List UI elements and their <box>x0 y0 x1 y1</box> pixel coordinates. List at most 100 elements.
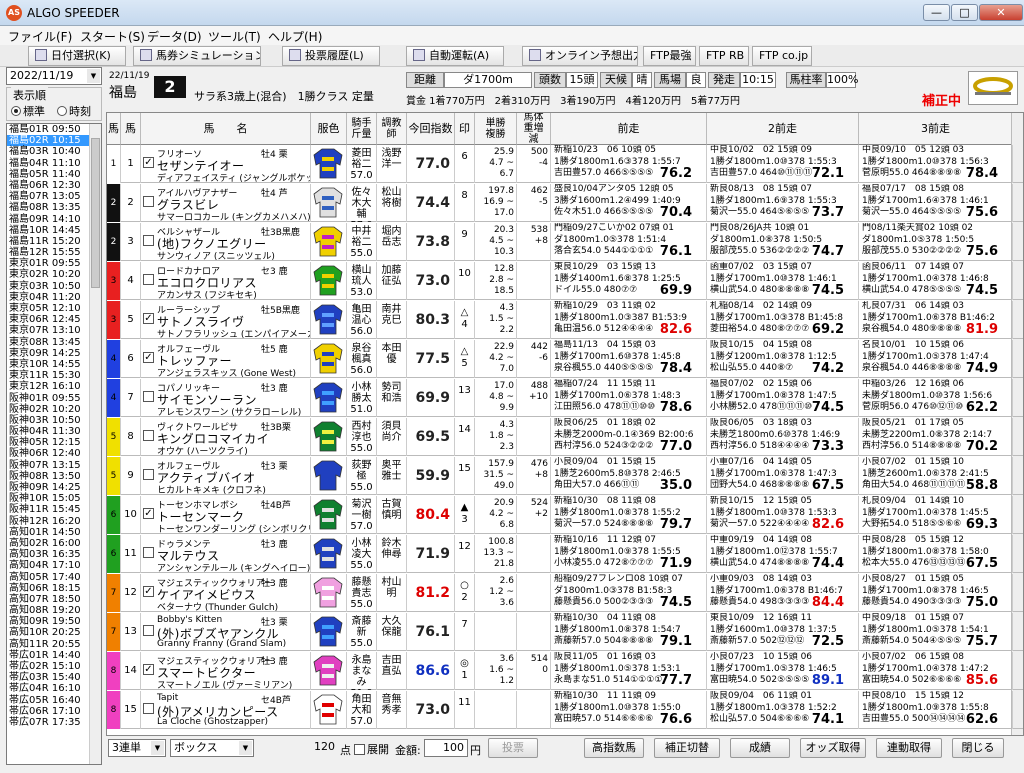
horse-name-cell[interactable]: ドゥラメンテ マルテウス アンシャンテルール (キングヘイロー) 牡3 鹿 <box>141 535 311 573</box>
table-row[interactable]: 8 14 ✓ マジェスティックウォリアー スマートビクター スマートノエル (ヴァーミリア… <box>107 652 1023 690</box>
table-row[interactable]: 1 1 ✓ フリオーソ セザンテイオー ディアフェイスティ (ジャングルポケット) 牡4 栗… <box>107 145 1023 183</box>
table-row[interactable]: 5 8 ヴィクトワールピサ キングロコマイカイ オウケ (ハーツクライ) 牡3B栗 西村淳也… <box>107 418 1023 456</box>
race-list-item[interactable]: 帯広06R 17:10 <box>7 706 101 717</box>
table-row[interactable]: 6 11 ドゥラメンテ マルテウス アンシャンテルール (キングヘイロー) 牡3 鹿小林凌… <box>107 535 1023 573</box>
menu-tools[interactable]: ツール(T) <box>208 28 261 45</box>
table-row[interactable]: 2 3 ベルシャザール (地)フクノエグリー サンウィノア (スニッツェル) 牡3B黒鹿中… <box>107 223 1023 261</box>
odds-fetch-button[interactable]: オッズ取得 <box>800 738 866 758</box>
table-row[interactable]: 4 7 コパノリッキー サイモンソーラン アレモンスワーン (サクラローレル) 牡3 鹿小… <box>107 379 1023 417</box>
mark-cell[interactable]: 10 <box>455 262 475 300</box>
vote-history-button[interactable]: 投票履歴(L) <box>282 46 380 66</box>
race-list-item[interactable]: 高知09R 19:50 <box>7 616 101 627</box>
vote-button[interactable]: 投票 <box>488 738 538 758</box>
prev-race-1[interactable]: 新稲10/29 03 11頭 02 1勝ダ1800m1.0③387 B1:53:9… <box>551 301 707 339</box>
mark-cell[interactable]: 11 <box>455 691 475 729</box>
table-row[interactable]: 7 13 Bobby's Kitten (外)ボブズヤアンクル Granny Frann… <box>107 613 1023 651</box>
race-list-item[interactable]: 福島09R 14:10 <box>7 214 101 225</box>
table-row[interactable]: 610✓トーセンホマレボシトーセンマークトーセンワンダーリング (シンボリクリス… <box>107 496 1023 534</box>
race-list-item[interactable]: 阪神12R 16:20 <box>7 516 101 527</box>
scrollbar-thumb[interactable] <box>91 138 100 288</box>
minimize-button[interactable]: — <box>923 4 950 21</box>
prev-race-3[interactable]: 門08/11楽天賞02 10頭 02 ダ1800m1.0⑤378 1:50:5 服部… <box>859 223 1013 261</box>
table-row[interactable]: 5 9 オルフェーヴル アクティブバイオ ヒカルトキメキ (クロフネ) 牡3 栗荻野極 55… <box>107 457 1023 495</box>
table-row[interactable]: 4 6 ✓ オルフェーヴル トレッファー アンジェラスキッス (Gone West) 牡5 … <box>107 340 1023 378</box>
horse-name-cell[interactable]: ヴィクトワールピサ キングロコマイカイ オウケ (ハーツクライ) 牡3B栗 <box>141 418 311 456</box>
race-list-item[interactable]: 帯広05R 16:40 <box>7 695 101 706</box>
results-button[interactable]: 成績 <box>730 738 790 758</box>
race-list-item[interactable]: 高知01R 14:50 <box>7 527 101 538</box>
prev-race-1[interactable]: 新稲10/30 04 11頭 08 1勝ダ1800m1.0⑧378 1:54:7 斎… <box>551 613 707 651</box>
expand-checkbox[interactable]: 展開 <box>354 741 389 757</box>
high-index-button[interactable]: 高指数馬 <box>584 738 644 758</box>
race-list-item[interactable]: 阪神07R 13:15 <box>7 460 101 471</box>
prev-race-2[interactable]: 小重07/16 04 14頭 05 1勝ダ1700m1.0⑥378 1:47:3 団… <box>707 457 859 495</box>
mark-cell[interactable]: 6 <box>455 145 475 183</box>
race-list-item[interactable]: 高知07R 18:50 <box>7 594 101 605</box>
prev-race-3[interactable]: 中良08/10 15 15頭 12 1勝ダ1800m1.0⑨378 1:55:8 吉… <box>859 691 1013 729</box>
scrollbar[interactable] <box>89 124 101 764</box>
mark-cell[interactable]: 8 <box>455 184 475 222</box>
prev-race-2[interactable]: 新良08/13 08 15頭 07 1勝ダ1800m1.6⑨378 1:55:3 菊… <box>707 184 859 222</box>
prev-race-3[interactable]: 阪良05/21 01 17頭 05 未勝芝2200m1.0⑧378 2:14:7 西… <box>859 418 1013 456</box>
race-list-item[interactable]: 高知11R 20:55 <box>7 639 101 650</box>
mark-cell[interactable]: 15 <box>455 457 475 495</box>
race-list-item[interactable]: 阪神05R 12:15 <box>7 437 101 448</box>
race-list-item[interactable]: 福島03R 10:40 <box>7 146 101 157</box>
prev-race-1[interactable]: 船稲09/27フレンロ08 10頭 07 ダ1800m1.0③378 B1:58:… <box>551 574 707 612</box>
horse-name-cell[interactable]: ✓トーセンホマレボシトーセンマークトーセンワンダーリング (シンボリクリスエス)… <box>141 496 311 534</box>
race-list-item[interactable]: 東京02R 10:20 <box>7 269 101 280</box>
horse-name-cell[interactable]: ✓ オルフェーヴル トレッファー アンジェラスキッス (Gone West) 牡5 鹿 <box>141 340 311 378</box>
race-list-item[interactable]: 帯広07R 17:35 <box>7 717 101 728</box>
prev-race-3[interactable]: 小良07/02 06 15頭 08 1勝ダ1700m1.0④378 1:47:2 富… <box>859 652 1013 690</box>
prev-race-1[interactable]: 盛良10/04アンタ05 12頭 05 3勝ダ1600m1.2④499 1:40:… <box>551 184 707 222</box>
mark-cell[interactable]: 9 <box>455 223 475 261</box>
race-list-item[interactable]: 東京05R 12:10 <box>7 303 101 314</box>
race-list-item[interactable]: 福島07R 13:05 <box>7 191 101 202</box>
prev-race-3[interactable]: 中良09/10 05 12頭 03 1勝ダ1800m1.0⑩378 1:56:3 菅… <box>859 145 1013 183</box>
race-list-item[interactable]: 阪神09R 14:25 <box>7 482 101 493</box>
horse-name-cell[interactable]: アイルハヴアナザー グラスビレ サマーロコカール (キングカメハメハ) 牡4 芦 <box>141 184 311 222</box>
bet-mode-select[interactable]: ボックス ▼ <box>170 739 254 757</box>
race-list-item[interactable]: 高知08R 19:20 <box>7 605 101 616</box>
race-list-item[interactable]: 東京06R 12:45 <box>7 314 101 325</box>
race-list-item[interactable]: 東京10R 14:55 <box>7 359 101 370</box>
horse-name-cell[interactable]: Tapit (外)アメリカンピース La Cloche (Ghostzapper) セ… <box>141 691 311 729</box>
prev-race-3[interactable]: 中良09/18 01 15頭 07 1勝ダ1800m1.0⑤378 1:54:1 斎… <box>859 613 1013 651</box>
radio-standard[interactable]: 標準 <box>11 103 45 119</box>
close-button[interactable]: 閉じる <box>952 738 1004 758</box>
prev-race-2[interactable]: 札稲08/14 02 14頭 09 1勝ダ1700m1.0③378 B1:45:8… <box>707 301 859 339</box>
race-list-item[interactable]: 福島12R 15:55 <box>7 247 101 258</box>
mark-cell[interactable]: △ 5 <box>455 340 475 378</box>
race-list-item[interactable]: 阪神01R 09:55 <box>7 393 101 404</box>
prev-race-1[interactable]: 阪良06/25 01 18頭 02 未勝芝2000m-0.1④369 B2:00:… <box>551 418 707 456</box>
race-list-item[interactable]: 阪神04R 11:30 <box>7 426 101 437</box>
race-list-item[interactable]: 東京08R 13:45 <box>7 337 101 348</box>
race-list-item[interactable]: 福島11R 15:20 <box>7 236 101 247</box>
race-list-item[interactable]: 東京11R 15:30 <box>7 370 101 381</box>
horse-name-cell[interactable]: ✓ フリオーソ セザンテイオー ディアフェイスティ (ジャングルポケット) 牡4 栗 <box>141 145 311 183</box>
race-list-item[interactable]: 東京09R 14:25 <box>7 348 101 359</box>
prev-race-2[interactable]: 阪良06/05 03 18頭 03 未勝芝1800m0.6⑩378 1:46:9 西… <box>707 418 859 456</box>
prev-race-1[interactable]: 小良09/04 01 15頭 15 1勝芝2600m5.8⑩378 2:46:5 角… <box>551 457 707 495</box>
race-list-item[interactable]: 福島05R 11:40 <box>7 169 101 180</box>
auto-run-button[interactable]: 自動運転(A) <box>406 46 504 66</box>
ftp-rb-button[interactable]: FTP RB <box>699 46 749 66</box>
horse-name-cell[interactable]: オルフェーヴル アクティブバイオ ヒカルトキメキ (クロフネ) 牡3 栗 <box>141 457 311 495</box>
race-list-item[interactable]: 高知05R 17:40 <box>7 572 101 583</box>
prev-race-1[interactable]: 門稲09/27こいか02 07頭 01 ダ1800m1.0⑤378 1:51:4 落… <box>551 223 707 261</box>
prev-race-3[interactable]: 札良07/31 06 14頭 03 1勝ダ1700m1.0⑥378 B1:46:2… <box>859 301 1013 339</box>
horse-name-cell[interactable]: ✓ マジェスティックウォリアー ケイアイメビウス ベターナウ (Thunder Gul… <box>141 574 311 612</box>
ftp-cojp-button[interactable]: FTP co.jp <box>752 46 812 66</box>
horse-name-cell[interactable]: ✓ マジェスティックウォリアー スマートビクター スマートノエル (ヴァーミリアン) 牡… <box>141 652 311 690</box>
prev-race-2[interactable]: 東良10/09 12 16頭 11 1勝ダ1600m1.0⑩378 1:37:5 斎… <box>707 613 859 651</box>
race-list-item[interactable]: 福島02R 10:15 <box>7 135 101 147</box>
race-list[interactable]: 福島01R 09:50 福島02R 10:15 福島03R 10:40 福島04R 1… <box>6 123 102 765</box>
race-list-item[interactable]: 阪神03R 10:50 <box>7 415 101 426</box>
race-list-item[interactable]: 阪神10R 15:05 <box>7 493 101 504</box>
race-list-item[interactable]: 阪神02R 10:20 <box>7 404 101 415</box>
ftp-best-button[interactable]: FTP最強 <box>643 46 696 66</box>
prev-race-2[interactable]: 小重09/03 08 14頭 03 1勝ダ1700m1.0⑥378 B1:46:7… <box>707 574 859 612</box>
prev-race-3[interactable]: 小良08/27 01 15頭 05 1勝ダ1700m1.0⑧378 1:46:5 藤… <box>859 574 1013 612</box>
prev-race-3[interactable]: 福良07/17 08 15頭 08 1勝ダ1700m1.6④378 1:46:1 菊… <box>859 184 1013 222</box>
table-row[interactable]: 3 4 ロードカナロア エコロクロリアス アカンサス (フジキセキ) セ3 鹿横山琉人 53… <box>107 262 1023 300</box>
